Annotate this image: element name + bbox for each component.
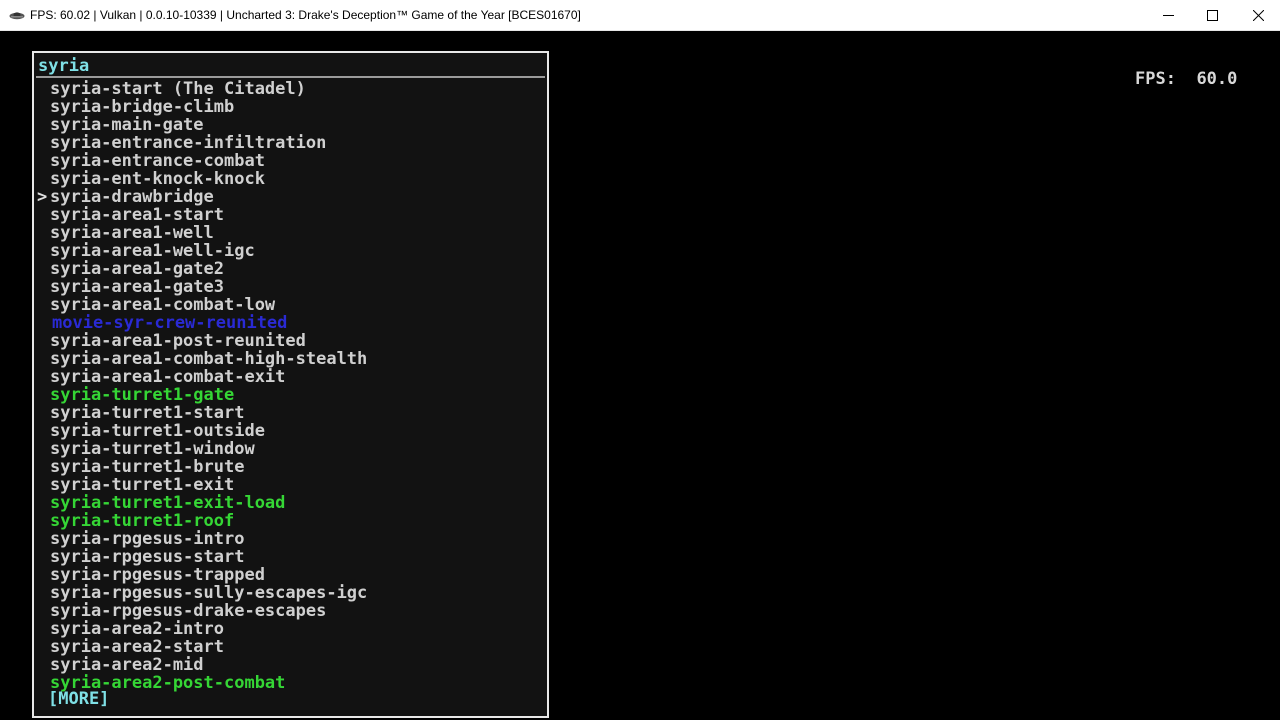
list-item[interactable]: syria-rpgesus-intro	[34, 530, 547, 548]
list-item-label: syria-area1-combat-low	[50, 295, 276, 315]
close-icon	[1253, 10, 1264, 21]
list-item[interactable]: syria-turret1-window	[34, 440, 547, 458]
list-item-label: syria-turret1-roof	[50, 511, 235, 531]
list-item-label: syria-area1-post-reunited	[50, 331, 306, 351]
list-item[interactable]: syria-area1-gate3	[34, 278, 547, 296]
list-item-label: syria-turret1-start	[50, 403, 245, 423]
list-item[interactable]: syria-area1-combat-exit	[34, 368, 547, 386]
list-item-label: syria-area1-combat-exit	[50, 367, 286, 387]
list-item[interactable]: syria-rpgesus-trapped	[34, 566, 547, 584]
minimize-icon	[1163, 15, 1174, 16]
list-item[interactable]: syria-turret1-exit	[34, 476, 547, 494]
list-item-label: syria-entrance-combat	[50, 151, 265, 171]
list-item-label: syria-area1-gate2	[50, 259, 224, 279]
list-item-label: syria-entrance-infiltration	[50, 133, 327, 153]
list-item-label: syria-area1-combat-high-stealth	[50, 349, 368, 369]
list-item[interactable]: syria-area2-post-combat	[34, 674, 547, 692]
list-item-label: syria-area2-mid	[50, 655, 204, 675]
list-item[interactable]: syria-area1-start	[34, 206, 547, 224]
list-item[interactable]: syria-area1-well-igc	[34, 242, 547, 260]
more-button[interactable]: [MORE]	[48, 688, 109, 710]
list-item-label: syria-start (The Citadel)	[50, 79, 306, 99]
list-item-label: syria-ent-knock-knock	[50, 169, 265, 189]
list-item-label: syria-bridge-climb	[50, 97, 235, 117]
list-item[interactable]: syria-area1-well	[34, 224, 547, 242]
list-item[interactable]: syria-turret1-roof	[34, 512, 547, 530]
list-item-label: syria-rpgesus-drake-escapes	[50, 601, 327, 621]
selection-cursor-icon: >	[37, 187, 48, 207]
list-item-label: syria-turret1-gate	[50, 385, 235, 405]
level-list: syria-start (The Citadel) syria-bridge-cl…	[34, 80, 547, 692]
list-item[interactable]: syria-turret1-start	[34, 404, 547, 422]
list-item[interactable]: syria-entrance-infiltration	[34, 134, 547, 152]
list-item-label: syria-area1-well-igc	[50, 241, 255, 261]
window-titlebar: FPS: 60.02 | Vulkan | 0.0.10-10339 | Unc…	[0, 0, 1280, 31]
list-item-label: syria-area1-start	[50, 205, 224, 225]
list-item-label: syria-turret1-window	[50, 439, 255, 459]
list-item[interactable]: syria-entrance-combat	[34, 152, 547, 170]
fps-label: FPS:	[1135, 69, 1176, 89]
list-item-label: syria-turret1-exit	[50, 475, 235, 495]
list-item[interactable]: syria-turret1-brute	[34, 458, 547, 476]
list-item[interactable]: syria-main-gate	[34, 116, 547, 134]
list-item[interactable]: syria-rpgesus-drake-escapes	[34, 602, 547, 620]
list-item[interactable]: syria-turret1-exit-load	[34, 494, 547, 512]
minimize-button[interactable]	[1145, 0, 1191, 31]
list-item[interactable]: syria-area1-post-reunited	[34, 332, 547, 350]
list-item[interactable]: syria-area2-intro	[34, 620, 547, 638]
list-item-label: syria-area1-well	[50, 223, 214, 243]
list-item-label: syria-turret1-brute	[50, 457, 245, 477]
list-item[interactable]: syria-area2-mid	[34, 656, 547, 674]
menu-search-text[interactable]: syria	[38, 56, 89, 76]
maximize-icon	[1207, 10, 1218, 21]
list-item-label: syria-area2-intro	[50, 619, 224, 639]
list-item-label: syria-turret1-exit-load	[50, 493, 286, 513]
search-divider	[36, 76, 545, 78]
list-item[interactable]: syria-turret1-outside	[34, 422, 547, 440]
list-item-label: syria-turret1-outside	[50, 421, 265, 441]
list-item-label: syria-rpgesus-intro	[50, 529, 245, 549]
list-item-selected[interactable]: > syria-drawbridge	[34, 188, 547, 206]
window-title: FPS: 60.02 | Vulkan | 0.0.10-10339 | Unc…	[30, 8, 581, 22]
fps-value: 60.0	[1196, 69, 1238, 89]
rpcs3-app-icon	[9, 10, 25, 22]
maximize-button[interactable]	[1189, 0, 1235, 31]
list-item[interactable]: syria-rpgesus-sully-escapes-igc	[34, 584, 547, 602]
list-item[interactable]: syria-turret1-gate	[34, 386, 547, 404]
list-item[interactable]: syria-rpgesus-start	[34, 548, 547, 566]
list-item[interactable]: syria-area2-start	[34, 638, 547, 656]
list-item[interactable]: syria-ent-knock-knock	[34, 170, 547, 188]
list-item-label: syria-rpgesus-sully-escapes-igc	[50, 583, 368, 603]
list-item-label: movie-syr-crew-reunited	[52, 313, 288, 333]
game-viewport[interactable]: FPS: 60.0 syria syria-start (The Citadel…	[0, 31, 1280, 720]
list-item-label: syria-rpgesus-start	[50, 547, 245, 567]
list-item[interactable]: movie-syr-crew-reunited	[34, 314, 547, 332]
list-item-label: syria-main-gate	[50, 115, 204, 135]
list-item-label: syria-drawbridge	[50, 187, 214, 207]
list-item[interactable]: syria-area1-combat-low	[34, 296, 547, 314]
list-item[interactable]: syria-bridge-climb	[34, 98, 547, 116]
list-item[interactable]: syria-area1-combat-high-stealth	[34, 350, 547, 368]
list-item[interactable]: syria-area1-gate2	[34, 260, 547, 278]
list-item-label: syria-area2-start	[50, 637, 224, 657]
list-item[interactable]: syria-start (The Citadel)	[34, 80, 547, 98]
fps-overlay: FPS: 60.0	[1135, 69, 1237, 89]
list-item-label: syria-area1-gate3	[50, 277, 224, 297]
list-item-label: syria-rpgesus-trapped	[50, 565, 265, 585]
debug-level-menu: syria syria-start (The Citadel) syria-bri…	[32, 51, 549, 718]
close-button[interactable]	[1235, 0, 1280, 31]
